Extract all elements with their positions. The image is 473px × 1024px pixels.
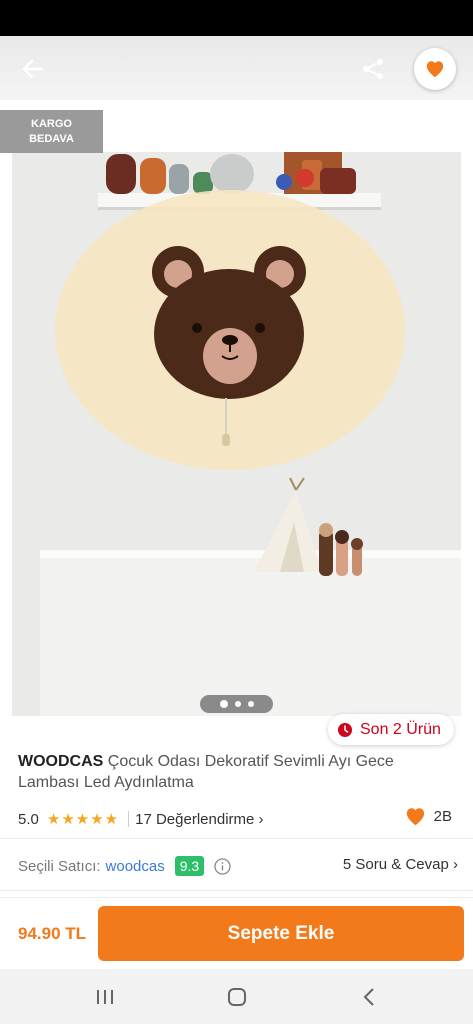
back-button[interactable] <box>16 52 50 86</box>
seller-label: Seçili Satıcı: <box>18 857 101 875</box>
seller-row: Seçili Satıcı: woodcas 9.3 5 Soru & Ceva… <box>18 852 458 880</box>
bottom-bar: 94.90 TL Sepete Ekle <box>0 897 473 969</box>
recent-apps-icon <box>97 990 113 1004</box>
share-button[interactable] <box>356 52 390 86</box>
divider <box>0 890 473 891</box>
recent-apps-button[interactable] <box>90 983 120 1011</box>
seller-name-link[interactable]: woodcas <box>106 858 165 875</box>
rating-row: 5.0 ★ ★ ★ ★ ★ 17 Değerlendirme › 2B <box>18 807 458 831</box>
chevron-right-icon: › <box>453 856 458 873</box>
reviews-label: 17 Değerlendirme <box>135 810 255 828</box>
back-nav-button[interactable] <box>354 983 384 1011</box>
rating-score: 5.0 <box>18 810 39 828</box>
page-indicator <box>200 695 273 713</box>
arrow-left-icon <box>22 59 44 79</box>
page-dot <box>247 701 254 707</box>
heart-icon <box>426 61 444 78</box>
page-dot <box>234 701 241 707</box>
info-icon[interactable] <box>214 857 231 875</box>
star-rating: ★ ★ ★ ★ ★ <box>47 812 118 827</box>
product-title: WOODCAS Çocuk Odası Dekoratif Sevimli Ay… <box>18 751 458 793</box>
seller-score-badge: 9.3 <box>174 856 205 876</box>
reviews-link[interactable]: 17 Değerlendirme › <box>135 811 263 828</box>
home-icon <box>228 988 246 1006</box>
add-to-cart-button[interactable]: Sepete Ekle <box>98 906 464 961</box>
brand-name[interactable]: WOODCAS <box>18 753 103 770</box>
status-bar <box>0 0 473 36</box>
like-count: 2B <box>433 808 452 825</box>
qa-link[interactable]: 5 Soru & Cevap › <box>343 856 458 873</box>
top-bar <box>0 36 473 100</box>
free-shipping-badge: KARGO BEDAVA <box>0 110 103 153</box>
divider <box>0 838 473 839</box>
star-icon: ★ <box>90 810 104 828</box>
stock-badge: Son 2 Ürün <box>328 714 454 745</box>
like-count-area[interactable]: 2B <box>405 807 458 826</box>
divider <box>128 811 130 827</box>
heart-icon <box>406 808 424 826</box>
image-gallery[interactable]: KARGO BEDAVA <box>0 100 473 730</box>
qa-label: 5 Soru & Cevap <box>342 856 449 873</box>
home-button[interactable] <box>222 983 252 1011</box>
chevron-right-icon: › <box>258 810 264 828</box>
price: 94.90 TL <box>18 924 87 943</box>
star-icon: ★ <box>46 810 61 828</box>
favorite-button[interactable] <box>414 48 456 90</box>
product-photo[interactable] <box>12 152 461 716</box>
star-icon: ★ <box>75 810 90 828</box>
star-icon: ★ <box>104 810 119 828</box>
clock-icon <box>338 722 352 737</box>
chevron-left-icon <box>363 988 374 1006</box>
share-icon <box>363 59 383 79</box>
star-icon: ★ <box>61 810 75 828</box>
system-nav-bar <box>0 969 473 1024</box>
stock-label: Son 2 Ürün <box>360 720 441 738</box>
page-dot <box>219 700 228 708</box>
